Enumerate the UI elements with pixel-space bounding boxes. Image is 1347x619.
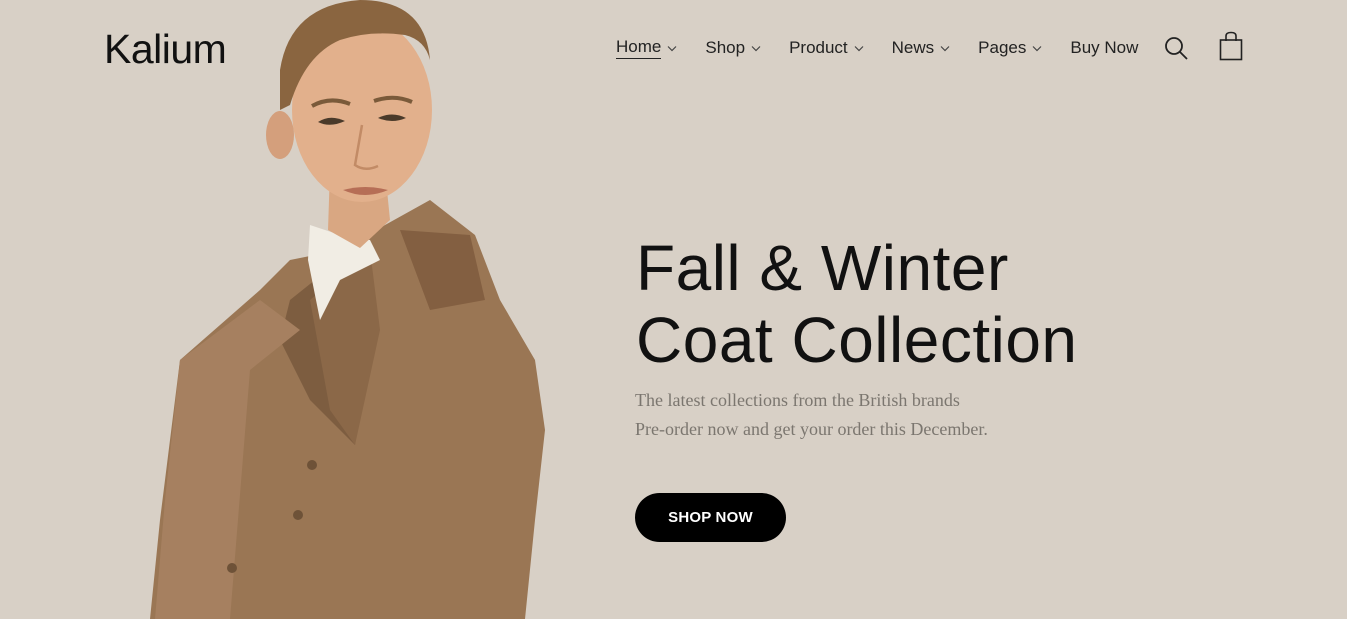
hero-model-image xyxy=(150,0,545,619)
nav-item-pages[interactable]: Pages xyxy=(978,30,1042,66)
shopping-bag-icon[interactable] xyxy=(1219,31,1243,61)
hero-subtitle-line-2: Pre-order now and get your order this De… xyxy=(635,419,988,439)
search-icon[interactable] xyxy=(1164,36,1188,60)
hero-title-line-2: Coat Collection xyxy=(636,304,1078,376)
hero-subtitle-line-1: The latest collections from the British … xyxy=(635,390,960,410)
nav-item-label: Home xyxy=(616,37,662,59)
nav-item-label: Buy Now xyxy=(1070,38,1139,57)
nav-item-home[interactable]: Home xyxy=(616,30,677,66)
nav-item-buy-now[interactable]: Buy Now xyxy=(1070,30,1138,66)
hero-title-line-1: Fall & Winter xyxy=(636,232,1009,304)
hero-title: Fall & Winter Coat Collection xyxy=(636,232,1078,376)
shop-now-button[interactable]: SHOP NOW xyxy=(635,493,786,542)
chevron-down-icon xyxy=(751,45,761,51)
nav-item-label: Shop xyxy=(705,38,746,57)
hero-subtitle: The latest collections from the British … xyxy=(635,386,988,444)
chevron-down-icon xyxy=(1032,45,1042,51)
chevron-down-icon xyxy=(667,45,677,51)
nav-item-label: News xyxy=(891,38,935,57)
chevron-down-icon xyxy=(940,45,950,51)
nav-item-news[interactable]: News xyxy=(892,30,951,66)
nav-item-label: Product xyxy=(789,38,848,57)
hero-banner: Kalium Home Shop Product News Pages Buy … xyxy=(0,0,1347,619)
main-nav: Home Shop Product News Pages Buy Now xyxy=(616,30,1138,66)
brand-logo[interactable]: Kalium xyxy=(104,24,227,74)
nav-item-product[interactable]: Product xyxy=(789,30,864,66)
nav-item-shop[interactable]: Shop xyxy=(705,30,761,66)
chevron-down-icon xyxy=(854,45,864,51)
nav-item-label: Pages xyxy=(978,38,1027,57)
